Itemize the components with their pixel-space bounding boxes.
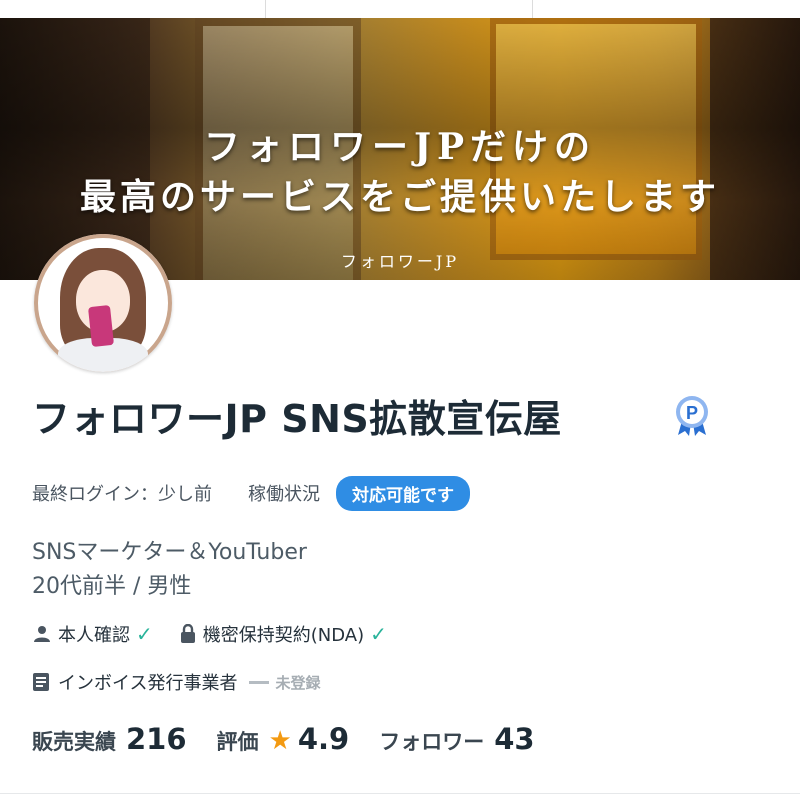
last-login: 最終ログイン：少し前: [32, 484, 212, 505]
banner-headline-line2: 最高のサービスをご提供いたします: [79, 176, 720, 218]
verification-row: 本人確認 ✓ 機密保持契約(NDA) ✓: [32, 620, 387, 648]
invoice-status: 未登録: [275, 673, 321, 692]
profile-stats: 販売実績 216 評価 ★ 4.9 フォロワー 43: [32, 722, 535, 762]
document-icon: [33, 673, 49, 691]
banner-headline-line1: フォロワーJPだけの: [203, 126, 597, 168]
dash-icon: [249, 680, 270, 684]
invoice-label: インボイス発行事業者: [58, 673, 238, 694]
invoice-row: インボイス発行事業者 未登録: [32, 668, 320, 696]
followers-label[interactable]: フォロワー: [379, 726, 484, 756]
tab-divider: [265, 0, 266, 18]
svg-text:P: P: [686, 403, 698, 423]
rating-label: 評価: [216, 730, 259, 754]
profile-name: フォロワーJP SNS拡散宣伝屋: [32, 397, 562, 441]
premium-p-badge-icon[interactable]: P: [670, 393, 714, 437]
bio-occupation: SNSマーケター＆YouTuber: [32, 540, 307, 565]
check-icon: ✓: [136, 622, 153, 646]
login-status-row: 最終ログイン：少し前 稼働状況 対応可能です: [32, 475, 470, 511]
avatar[interactable]: [34, 234, 172, 372]
identity-verified-label: 本人確認: [58, 625, 130, 646]
bio-demographics: 20代前半 / 男性: [32, 574, 192, 599]
top-tab-bar: [0, 0, 800, 19]
availability-status-badge: 対応可能です: [336, 475, 470, 511]
tab-divider: [532, 0, 533, 18]
availability-label: 稼働状況: [248, 484, 320, 505]
nda-label: 機密保持契約(NDA): [202, 625, 365, 646]
lock-icon: [180, 624, 195, 643]
star-icon: ★: [268, 726, 292, 756]
person-icon: [34, 626, 50, 642]
rating-value: 4.9: [297, 722, 350, 756]
check-icon: ✓: [370, 622, 387, 646]
sales-count: 216: [126, 722, 187, 756]
sales-label: 販売実績: [32, 730, 116, 754]
profile-bio: SNSマーケター＆YouTuber 20代前半 / 男性: [32, 536, 307, 604]
followers-count[interactable]: 43: [494, 722, 534, 756]
divider: [0, 793, 800, 794]
